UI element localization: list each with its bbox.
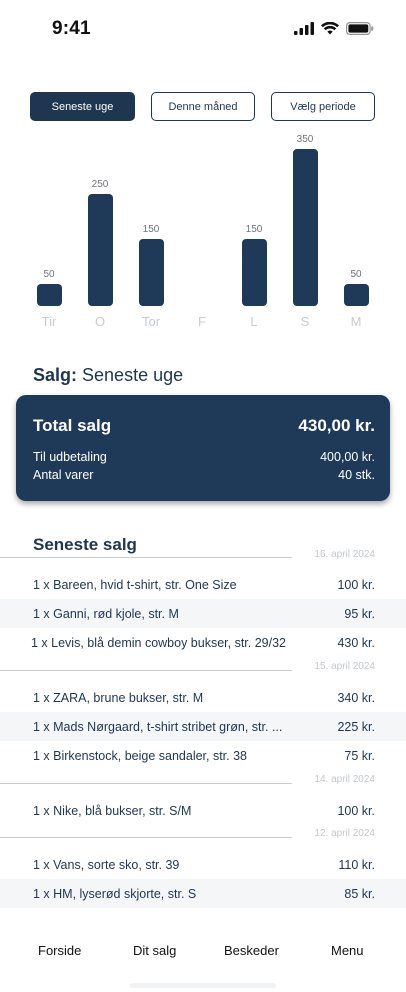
sale-item: 1 x Levis, blå demin cowboy bukser, str.… <box>31 635 286 650</box>
chart-day-label: Tor <box>141 314 161 329</box>
sale-item: 1 x ZARA, brune bukser, str. M <box>33 690 204 705</box>
chart-day-label: Tir <box>41 314 57 329</box>
chart-day-label: M <box>350 314 362 329</box>
sale-row[interactable]: 1 x Levis, blå demin cowboy bukser, str.… <box>0 628 406 657</box>
sale-item: 1 x Vans, sorte sko, str. 39 <box>33 857 180 872</box>
date-divider <box>0 670 292 671</box>
chart-bar <box>138 238 164 306</box>
items-count-value: 40 stk. <box>338 468 375 482</box>
chart-day-label: S <box>300 314 310 329</box>
nav-menu[interactable]: Menu <box>331 943 364 958</box>
sale-price: 75 kr. <box>344 748 375 763</box>
sales-summary-card: Total salg 430,00 kr. Til udbetaling 400… <box>16 395 390 501</box>
sale-row[interactable]: 1 x Mads Nørgaard, t-shirt stribet grøn,… <box>0 712 406 741</box>
sale-price: 85 kr. <box>344 886 375 901</box>
sale-price: 430 kr. <box>337 635 375 650</box>
chart-day-label: F <box>198 314 206 329</box>
sale-price: 100 kr. <box>337 577 375 592</box>
nav-messages[interactable]: Beskeder <box>224 943 279 958</box>
chart-value-label: 50 <box>43 268 55 280</box>
sale-item: 1 x Nike, blå bukser, str. S/M <box>33 803 192 818</box>
payout-value: 400,00 kr. <box>320 450 375 464</box>
chart-value-label: 50 <box>350 268 362 280</box>
sale-row[interactable]: 1 x ZARA, brune bukser, str. M 340 kr. <box>0 683 406 712</box>
sale-price: 340 kr. <box>337 690 375 705</box>
sale-item: 1 x Mads Nørgaard, t-shirt stribet grøn,… <box>33 719 283 734</box>
chart-value-label: 350 <box>296 134 314 145</box>
chart-bar <box>87 193 113 306</box>
sale-item: 1 x Birkenstock, beige sandaler, str. 38 <box>33 748 248 763</box>
chart-day-label: L <box>250 314 258 329</box>
chart-bar <box>343 283 369 306</box>
chart-value-label: 150 <box>245 223 263 235</box>
payout-label: Til udbetaling <box>33 450 107 464</box>
date-divider <box>0 557 292 558</box>
sale-row[interactable]: 1 x Birkenstock, beige sandaler, str. 38… <box>0 741 406 770</box>
chart-value-label: 150 <box>142 223 160 235</box>
sale-row[interactable]: 1 x Nike, blå bukser, str. S/M 100 kr. <box>0 796 406 825</box>
total-sales-label: Total salg <box>33 416 112 435</box>
date-label: 14. april 2024 <box>314 774 375 785</box>
sale-price: 100 kr. <box>337 803 375 818</box>
sale-item: 1 x Bareen, hvid t-shirt, str. One Size <box>33 577 237 592</box>
recent-sales-heading: Seneste salg <box>33 535 137 554</box>
date-divider <box>0 837 292 838</box>
home-indicator <box>130 983 276 988</box>
sale-price: 95 kr. <box>344 606 375 621</box>
sales-period-heading: Salg: Seneste uge <box>33 365 183 386</box>
sale-row[interactable]: 1 x HM, lyserød skjorte, str. S 85 kr. <box>0 879 406 908</box>
chart-value-label: 250 <box>91 178 109 190</box>
chart-bar <box>36 283 62 306</box>
sales-bar-chart: 50 Tir 250 O 150 Tor F 150 L 350 S 50 M <box>0 0 406 340</box>
date-divider <box>0 783 292 784</box>
date-label: 12. april 2024 <box>314 828 375 839</box>
sales-prefix: Salg: <box>33 365 78 385</box>
sale-price: 110 kr. <box>338 857 375 872</box>
total-sales-value: 430,00 kr. <box>298 416 375 435</box>
date-label: 16. april 2024 <box>314 549 375 560</box>
items-count-label: Antal varer <box>33 468 94 482</box>
sales-period: Seneste uge <box>82 365 184 385</box>
sale-row[interactable]: 1 x Ganni, rød kjole, str. M 95 kr. <box>0 599 406 628</box>
chart-bar <box>241 238 267 306</box>
chart-day-label: O <box>94 314 106 329</box>
nav-home[interactable]: Forside <box>38 943 81 958</box>
date-label: 15. april 2024 <box>314 661 375 672</box>
sale-row[interactable]: 1 x Vans, sorte sko, str. 39 110 kr. <box>0 850 406 879</box>
sale-row[interactable]: 1 x Bareen, hvid t-shirt, str. One Size … <box>0 570 406 599</box>
sale-price: 225 kr. <box>337 719 375 734</box>
nav-your-sales[interactable]: Dit salg <box>133 943 176 958</box>
chart-bar <box>292 149 318 306</box>
sale-item: 1 x HM, lyserød skjorte, str. S <box>33 886 197 901</box>
sale-item: 1 x Ganni, rød kjole, str. M <box>33 606 179 621</box>
